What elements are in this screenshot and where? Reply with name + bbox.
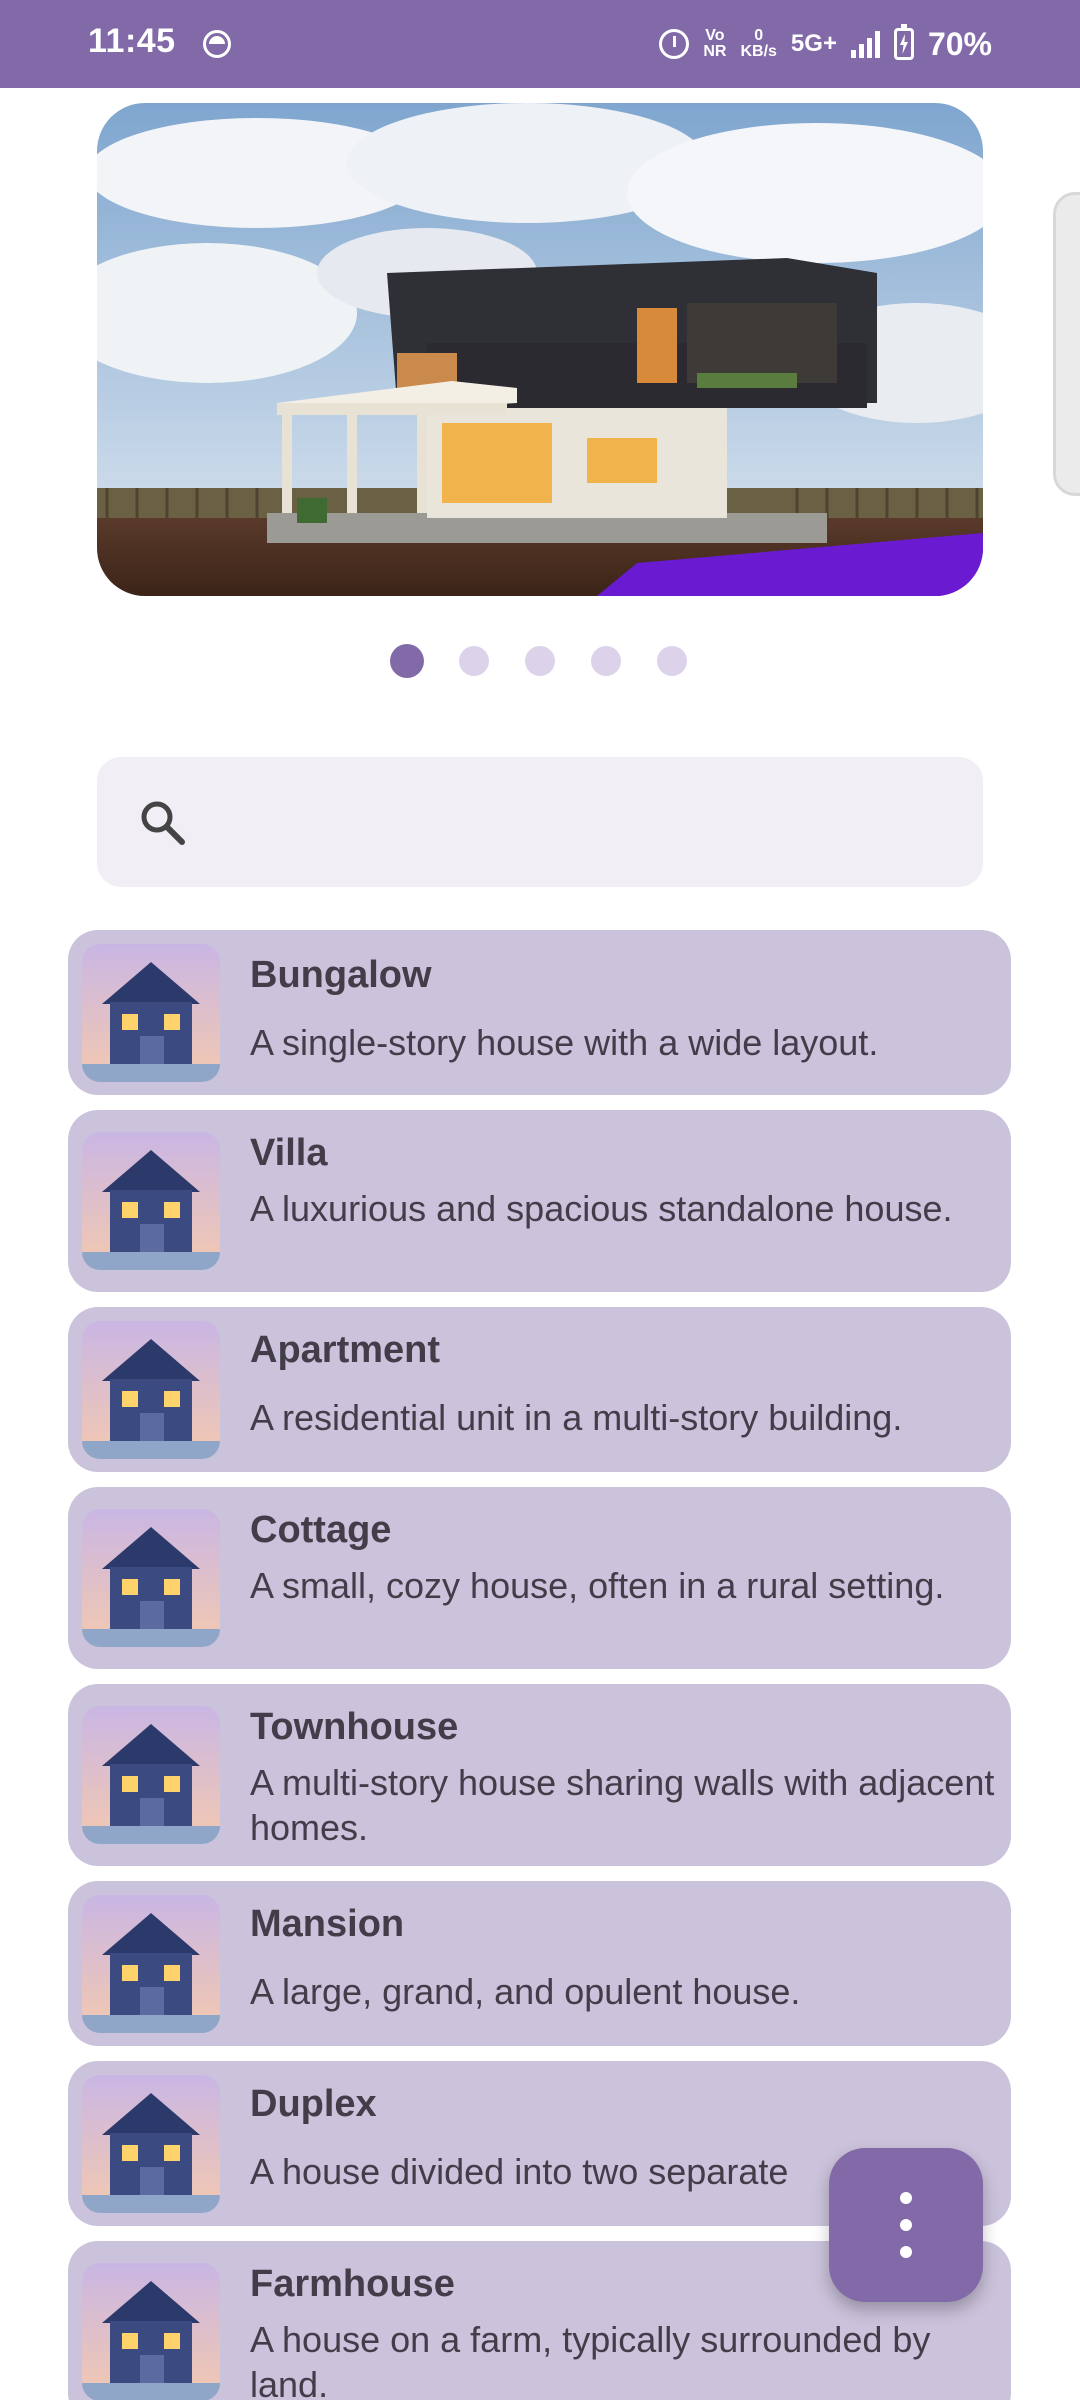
carousel-indicator (0, 644, 1080, 680)
volte-indicator: Vo NR (703, 28, 726, 60)
house-thumbnail (82, 1321, 220, 1459)
search-input[interactable] (217, 787, 947, 857)
data-rate-indicator: 0 KB/s (740, 28, 776, 60)
carousel-dot-5[interactable] (657, 646, 687, 676)
next-carousel-item[interactable] (1053, 192, 1080, 496)
status-time: 11:45 (88, 22, 176, 60)
notification-icon (203, 30, 231, 58)
carousel-dot-3[interactable] (525, 646, 555, 676)
carousel-dot-4[interactable] (591, 646, 621, 676)
list-item[interactable]: Cottage A small, cozy house, often in a … (68, 1487, 1011, 1669)
list-item-description: A house on a farm, typically surrounded … (250, 2319, 931, 2400)
list-item[interactable]: Villa A luxurious and spacious standalon… (68, 1110, 1011, 1292)
battery-icon (893, 24, 914, 60)
carousel-dot-1[interactable] (390, 644, 424, 678)
house-thumbnail (82, 944, 220, 1082)
search-icon (141, 801, 185, 845)
list-item-title: Duplex (250, 2083, 377, 2125)
image-carousel[interactable] (97, 103, 983, 596)
app-screen: 11:45 Vo NR 0 KB/s 5G+ 70% Bungalow A si… (0, 0, 1080, 2400)
status-icons: Vo NR 0 KB/s 5G+ 70% (659, 20, 992, 68)
volte-label: Vo (705, 27, 725, 44)
status-bar: 11:45 Vo NR 0 KB/s 5G+ 70% (0, 0, 1080, 88)
list-item-title: Townhouse (250, 1706, 459, 1748)
list-item-title: Bungalow (250, 954, 432, 996)
list-item-description: A small, cozy house, often in a rural se… (250, 1565, 945, 1606)
list-item-description: A single-story house with a wide layout. (250, 1022, 879, 1063)
list-item[interactable]: Mansion A large, grand, and opulent hous… (68, 1881, 1011, 2046)
house-thumbnail (82, 1706, 220, 1844)
more-options-button[interactable] (829, 2148, 983, 2302)
list-item-title: Cottage (250, 1509, 392, 1551)
house-thumbnail (82, 1509, 220, 1647)
list-item-description: A multi-story house sharing walls with a… (250, 1762, 995, 1848)
list-item-title: Apartment (250, 1329, 441, 1371)
carousel-dot-2[interactable] (459, 646, 489, 676)
house-thumbnail (82, 1895, 220, 2033)
carousel-house-image (97, 103, 983, 596)
list-item[interactable]: Townhouse A multi-story house sharing wa… (68, 1684, 1011, 1866)
house-thumbnail (82, 1132, 220, 1270)
list-item[interactable]: Bungalow A single-story house with a wid… (68, 930, 1011, 1095)
network-type: 5G+ (790, 30, 837, 57)
list-item-description: A luxurious and spacious standalone hous… (250, 1188, 953, 1229)
search-bar[interactable] (97, 757, 983, 887)
list-item-title: Mansion (250, 1903, 405, 1945)
nr-label: NR (703, 43, 727, 60)
list-item-title: Farmhouse (250, 2263, 455, 2305)
list-item-description: A residential unit in a multi-story buil… (250, 1397, 903, 1438)
house-thumbnail (82, 2075, 220, 2213)
list-item[interactable]: Apartment A residential unit in a multi-… (68, 1307, 1011, 1472)
list-item-description: A large, grand, and opulent house. (250, 1971, 801, 2012)
signal-icon (850, 30, 880, 58)
data-rate-unit: KB/s (740, 43, 777, 60)
data-rate-value: 0 (754, 27, 764, 44)
battery-percent: 70% (927, 25, 992, 62)
house-thumbnail (82, 2263, 220, 2400)
alarm-icon (659, 29, 690, 59)
list-item-title: Villa (250, 1132, 328, 1174)
